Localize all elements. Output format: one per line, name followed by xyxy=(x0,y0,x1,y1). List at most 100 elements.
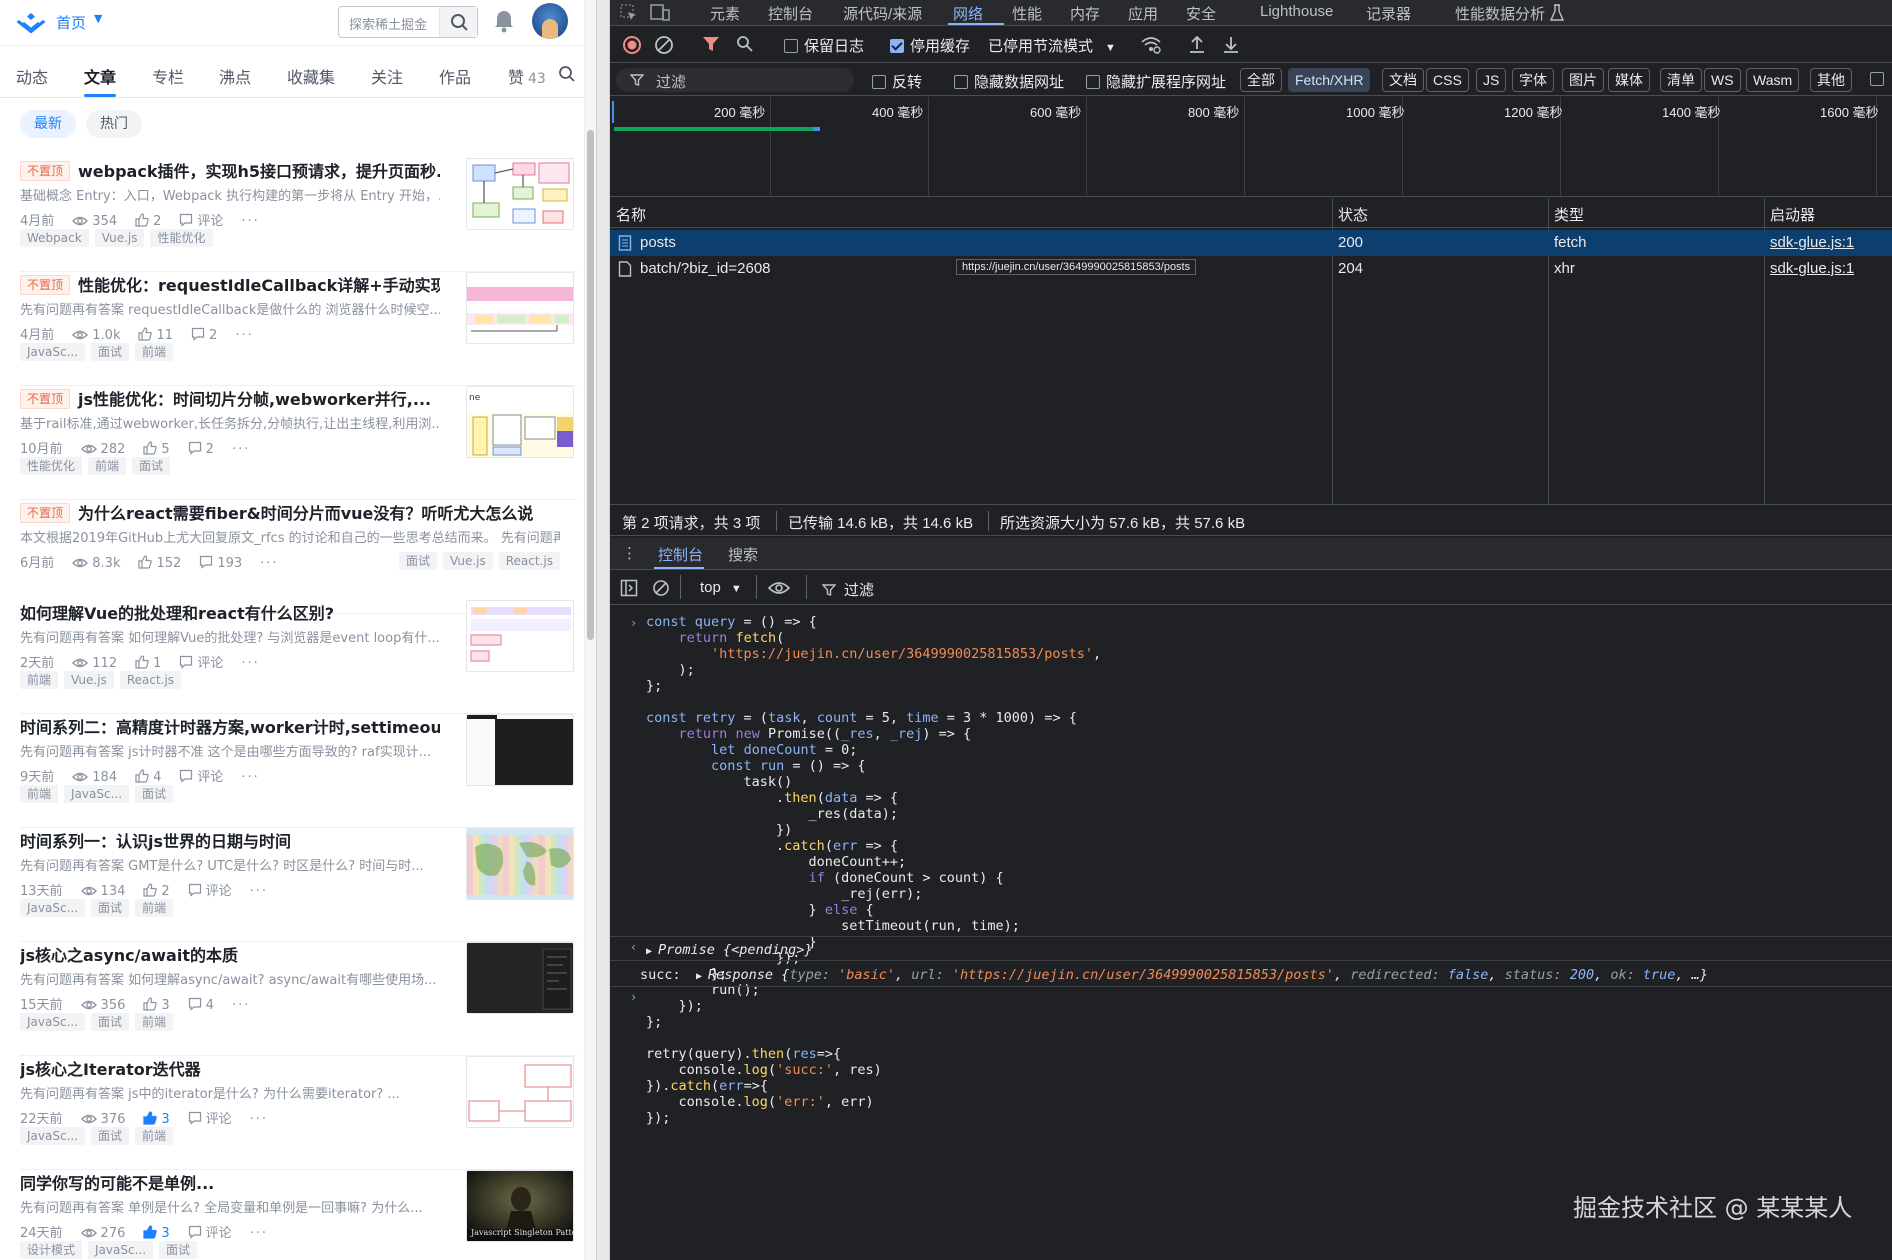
comment-button[interactable]: 2 xyxy=(188,441,214,457)
like-button[interactable]: 3 xyxy=(143,1225,170,1241)
like-button[interactable]: 11 xyxy=(138,327,173,343)
unpin-badge[interactable]: 不置顶 xyxy=(20,161,71,181)
more-options-icon[interactable]: ··· xyxy=(232,998,250,1013)
devtools-tab-perf-insights[interactable]: 性能数据分析 xyxy=(1455,3,1545,24)
left-scrollbar[interactable] xyxy=(584,0,596,1260)
article-tag[interactable]: 性能优化 xyxy=(20,457,83,475)
article-tag[interactable]: 面试 xyxy=(91,1013,130,1031)
article-title-text[interactable]: js核心之async/await的本质 xyxy=(20,946,238,965)
eye-icon[interactable] xyxy=(768,579,790,597)
context-selector[interactable]: top ▼ xyxy=(700,579,742,596)
article-title-text[interactable]: 性能优化：requestIdleCallback详解+手动实现 xyxy=(78,276,440,295)
hide-ext-urls-checkbox[interactable]: 隐藏扩展程序网址 xyxy=(1086,71,1226,92)
console-filter-input[interactable]: 过滤 xyxy=(821,579,874,600)
article-item[interactable]: js核心之Iterator迭代器 先有问题再有答案 js中的iterator是什么… xyxy=(0,1056,584,1170)
article-item[interactable]: 不置顶 webpack插件，实现h5接口预请求，提升页面秒... 基础概念 Entr… xyxy=(0,158,584,272)
article-thumbnail[interactable] xyxy=(466,272,574,344)
article-thumbnail[interactable] xyxy=(466,158,574,230)
article-title[interactable]: 同学你写的可能不是单例... xyxy=(20,1170,440,1194)
article-tag[interactable]: 前端 xyxy=(20,671,59,689)
article-title[interactable]: 不置顶 webpack插件，实现h5接口预请求，提升页面秒... xyxy=(20,158,440,182)
inspect-element-icon[interactable] xyxy=(620,4,638,22)
comment-button[interactable]: 评论 xyxy=(179,210,223,229)
filter-chip-manifest[interactable]: 清单 xyxy=(1660,68,1702,92)
like-button[interactable]: 152 xyxy=(138,555,181,571)
devtools-tab-network[interactable]: 网络 xyxy=(953,3,983,24)
response-object[interactable]: ▶ Response {type: 'basic', url: 'https://… xyxy=(696,967,1708,983)
hide-data-urls-checkbox[interactable]: 隐藏数据网址 xyxy=(954,71,1064,92)
expand-triangle-icon[interactable]: ▶ xyxy=(696,971,702,982)
expand-triangle-icon[interactable]: ▶ xyxy=(646,946,652,957)
sort-hot[interactable]: 热门 xyxy=(86,110,142,138)
article-thumbnail[interactable] xyxy=(466,828,574,900)
left-scrollbar-thumb[interactable] xyxy=(587,130,594,640)
like-button[interactable]: 2 xyxy=(135,213,161,229)
comment-button[interactable]: 评论 xyxy=(179,652,223,671)
article-tag[interactable]: 前端 xyxy=(88,457,127,475)
search-icon[interactable] xyxy=(558,65,576,83)
article-tag[interactable]: 前端 xyxy=(20,785,59,803)
unpin-badge[interactable]: 不置顶 xyxy=(20,275,71,295)
expand-chevron-icon[interactable]: › xyxy=(630,616,637,630)
comment-button[interactable]: 2 xyxy=(191,327,217,343)
like-button[interactable]: 4 xyxy=(135,769,161,785)
article-thumbnail[interactable] xyxy=(466,1056,574,1128)
like-button[interactable]: 5 xyxy=(143,441,170,457)
search-box[interactable]: 探索稀土掘金 xyxy=(338,6,478,38)
article-tag[interactable]: Vue.js xyxy=(64,671,114,689)
article-tag[interactable]: 面试 xyxy=(135,785,174,803)
article-tag[interactable]: 面试 xyxy=(91,343,130,361)
filter-chip-media[interactable]: 媒体 xyxy=(1608,68,1650,92)
article-tag[interactable]: JavaSc... xyxy=(20,899,86,917)
article-tag[interactable]: 面试 xyxy=(91,899,130,917)
drawer-tab-search[interactable]: 搜索 xyxy=(728,544,758,565)
more-filters-checkbox[interactable] xyxy=(1870,71,1890,88)
article-item[interactable]: 时间系列一：认识js世界的日期与时间 先有问题再有答案 GMT是什么? UTC是什… xyxy=(0,828,584,942)
devtools-tab-lighthouse[interactable]: Lighthouse xyxy=(1260,3,1333,20)
tab-pins[interactable]: 沸点 xyxy=(219,64,251,88)
article-title-text[interactable]: 时间系列二：高精度计时器方案,worker计时,settimeout... xyxy=(20,718,440,737)
more-options-icon[interactable]: ··· xyxy=(235,328,253,343)
filter-chip-fetch-xhr[interactable]: Fetch/XHR xyxy=(1288,68,1371,92)
filter-chip-doc[interactable]: 文档 xyxy=(1382,68,1424,92)
comment-button[interactable]: 4 xyxy=(188,997,214,1013)
checkbox-box[interactable] xyxy=(954,75,968,89)
article-thumbnail[interactable] xyxy=(466,714,574,786)
article-title-text[interactable]: webpack插件，实现h5接口预请求，提升页面秒... xyxy=(78,162,440,181)
article-title[interactable]: 不置顶 为什么react需要fiber&时间分片而vue没有？听听尤大怎么说 xyxy=(20,500,560,524)
more-options-icon[interactable]: ··· xyxy=(241,656,259,671)
article-title-text[interactable]: 时间系列一：认识js世界的日期与时间 xyxy=(20,832,291,851)
sort-latest[interactable]: 最新 xyxy=(20,110,76,138)
like-button[interactable]: 3 xyxy=(143,997,170,1013)
more-options-icon[interactable]: ··· xyxy=(250,1112,268,1127)
search-button[interactable] xyxy=(439,7,477,37)
filter-chip-img[interactable]: 图片 xyxy=(1562,68,1604,92)
article-tag[interactable]: 面试 xyxy=(398,552,437,570)
import-har-icon[interactable] xyxy=(1188,35,1206,55)
pane-splitter[interactable] xyxy=(596,0,610,1260)
article-item[interactable]: 不置顶 为什么react需要fiber&时间分片而vue没有？听听尤大怎么说 本文根… xyxy=(0,500,584,614)
more-options-icon[interactable]: ··· xyxy=(260,556,278,571)
filter-chip-ws[interactable]: WS xyxy=(1704,68,1741,92)
article-tag[interactable]: Webpack xyxy=(20,229,89,247)
column-header-type[interactable]: 类型 xyxy=(1554,204,1584,225)
filter-chip-other[interactable]: 其他 xyxy=(1810,68,1852,92)
console-output[interactable]: › const query = () => { return fetch( 'h… xyxy=(610,606,1892,1260)
article-tag[interactable]: JavaSc... xyxy=(20,343,86,361)
devtools-tab-sources[interactable]: 源代码/来源 xyxy=(843,3,922,24)
article-thumbnail[interactable] xyxy=(466,600,574,672)
tab-columns[interactable]: 专栏 xyxy=(152,64,184,88)
article-item[interactable]: js核心之async/await的本质 先有问题再有答案 如何理解async/aw… xyxy=(0,942,584,1056)
throttle-select[interactable]: 已停用节流模式 ▼ xyxy=(988,35,1116,56)
article-thumbnail[interactable]: Javascript Singleton Pattern xyxy=(466,1170,574,1242)
unpin-badge[interactable]: 不置顶 xyxy=(20,503,71,523)
comment-button[interactable]: 评论 xyxy=(188,1222,232,1241)
article-title[interactable]: 不置顶 js性能优化：时间切片分帧,webworker并行,... xyxy=(20,386,440,410)
filter-chip-font[interactable]: 字体 xyxy=(1512,68,1554,92)
unpin-badge[interactable]: 不置顶 xyxy=(20,389,71,409)
article-title[interactable]: 时间系列二：高精度计时器方案,worker计时,settimeout... xyxy=(20,714,440,738)
article-title-text[interactable]: 如何理解Vue的批处理和react有什么区别? xyxy=(20,604,334,623)
article-title-text[interactable]: 为什么react需要fiber&时间分片而vue没有？听听尤大怎么说 xyxy=(78,504,533,523)
console-prompt-icon[interactable]: › xyxy=(630,990,637,1004)
devtools-tab-elements[interactable]: 元素 xyxy=(710,3,740,24)
